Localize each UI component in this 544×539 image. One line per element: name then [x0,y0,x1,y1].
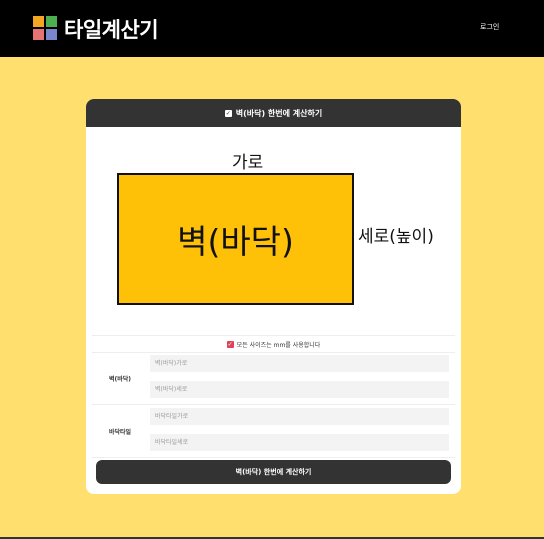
tile-width-input[interactable] [150,408,449,425]
tile-height-input[interactable] [150,434,449,451]
wall-width-input[interactable] [150,355,449,372]
wall-rectangle-label: 벽(바닥) [177,222,294,261]
check-icon: ✓ [224,109,232,117]
login-link[interactable]: 로그인 [480,22,499,32]
wall-height-input[interactable] [150,381,449,398]
logo-icon [33,16,57,40]
width-label: 가로 [232,153,264,173]
unit-note-text: 모든 사이즈는 mm를 사용합니다 [236,341,321,349]
height-label: 세로(높이) [358,227,434,247]
wall-rectangle: 벽(바닥) [117,173,354,305]
tile-size-group: 바닥타일 [92,405,455,458]
card-header: ✓ 벽(바닥) 한번에 계산하기 [86,99,461,127]
brand-title[interactable]: 타일계산기 [64,14,159,44]
unit-note: ✓ 모든 사이즈는 mm를 사용합니다 [92,335,455,353]
calculate-button[interactable]: 벽(바닥) 한번에 계산하기 [96,460,451,484]
card-title: 벽(바닥) 한번에 계산하기 [235,108,323,118]
wall-size-group: 벽(바닥) [92,352,455,405]
top-navbar: 타일계산기 로그인 [0,0,544,57]
wall-size-label: 벽(바닥) [108,375,132,383]
tile-size-label: 바닥타일 [108,428,132,436]
check-icon: ✓ [226,340,234,348]
wall-diagram: 가로 벽(바닥) 세로(높이) [86,129,461,334]
calculator-card: ✓ 벽(바닥) 한번에 계산하기 가로 벽(바닥) 세로(높이) ✓ 모든 사이… [86,99,461,494]
